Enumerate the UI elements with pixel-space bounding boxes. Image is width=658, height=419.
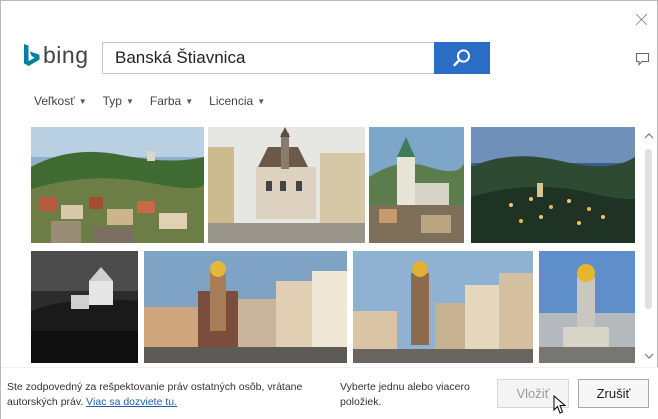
search-icon	[453, 49, 471, 67]
copyright-notice: Ste zodpovedný za rešpektovanie práv ost…	[7, 380, 307, 410]
castle-bw-photo	[31, 251, 138, 363]
town-square-photo	[208, 127, 365, 243]
search-box[interactable]	[102, 42, 490, 74]
filter-color[interactable]: Farba ▼	[150, 94, 193, 108]
filter-bar: Veľkosť ▼ Typ ▼ Farba ▼ Licencia ▼	[34, 94, 265, 108]
chevron-down-icon: ▼	[257, 96, 266, 106]
bing-logo-icon	[24, 44, 40, 66]
bing-wordmark: bing	[43, 41, 89, 68]
mouse-pointer-icon	[553, 395, 567, 414]
image-result[interactable]	[144, 251, 347, 363]
online-pictures-dialog: bing Veľkosť▼ Typ▼ Farba▼ Licencia▼	[0, 0, 658, 419]
image-result[interactable]	[31, 127, 204, 243]
town-hillside-photo	[31, 127, 204, 243]
scrollbar-thumb[interactable]	[645, 149, 652, 309]
image-result[interactable]	[31, 251, 138, 363]
close-icon[interactable]	[635, 13, 649, 27]
image-result[interactable]	[471, 127, 635, 243]
filter-size[interactable]: Veľkosť ▼	[34, 94, 87, 108]
feedback-icon[interactable]	[635, 51, 650, 66]
chevron-down-icon: ▼	[185, 96, 194, 106]
search-input[interactable]	[115, 48, 435, 68]
search-button[interactable]	[434, 42, 490, 74]
scroll-down-arrow-icon[interactable]	[644, 351, 654, 361]
night-town-view-photo	[471, 127, 635, 243]
filter-license-label: Licencia	[209, 94, 254, 108]
cancel-button[interactable]: Zrušiť	[578, 379, 649, 408]
image-result[interactable]	[208, 127, 365, 243]
image-result[interactable]	[369, 127, 464, 243]
filter-license[interactable]: Licencia ▼	[209, 94, 265, 108]
trinity-column-photo	[539, 251, 635, 363]
plague-column-street-photo	[144, 251, 347, 363]
filter-size-label: Veľkosť	[34, 94, 75, 108]
filter-type[interactable]: Typ ▼	[103, 94, 134, 108]
selection-hint: Vyberte jednu alebo viacero položiek.	[340, 381, 470, 408]
filter-type-label: Typ	[102, 94, 122, 108]
image-result[interactable]	[353, 251, 533, 363]
learn-more-link[interactable]: Viac sa dozviete tu.	[86, 396, 177, 408]
chevron-down-icon: ▼	[78, 96, 87, 106]
plague-column-square-photo	[353, 251, 533, 363]
chevron-down-icon: ▼	[125, 96, 134, 106]
image-results-grid	[31, 127, 635, 363]
vertical-scrollbar[interactable]	[642, 129, 654, 365]
bing-logo: bing	[23, 41, 89, 69]
image-result[interactable]	[539, 251, 635, 363]
filter-color-label: Farba	[149, 94, 182, 108]
scroll-up-arrow-icon[interactable]	[644, 131, 654, 141]
church-tower-photo	[369, 127, 464, 243]
